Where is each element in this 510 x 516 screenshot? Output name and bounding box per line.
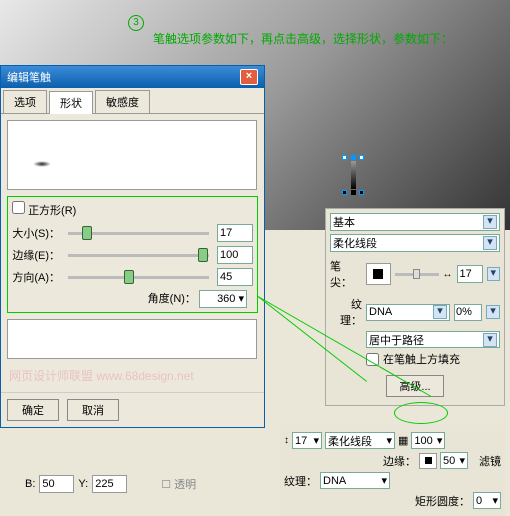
rect-round-combo[interactable]: 0▾ bbox=[473, 492, 501, 509]
angle-combo[interactable]: 360 ▾ bbox=[199, 290, 247, 308]
ok-button[interactable]: 确定 bbox=[7, 399, 59, 421]
rect-round-label: 矩形圆度： bbox=[415, 493, 470, 509]
size-label: 大小(S)： bbox=[12, 225, 60, 241]
bottom-edge-label: 边缘： bbox=[383, 453, 416, 469]
bottom-size-combo[interactable]: 17▾ bbox=[292, 432, 322, 449]
brush-preview bbox=[7, 120, 257, 190]
tab-sensitivity[interactable]: 敏感度 bbox=[95, 90, 150, 113]
stroke-type-combo[interactable]: 柔化线段▾ bbox=[330, 234, 500, 252]
chevron-down-icon: ▾ bbox=[483, 215, 497, 229]
cancel-button[interactable]: 取消 bbox=[67, 399, 119, 421]
texture-label: 纹理： bbox=[330, 296, 362, 328]
y-input[interactable] bbox=[92, 475, 127, 493]
aspect-slider[interactable] bbox=[68, 276, 209, 279]
fill-above-checkbox[interactable] bbox=[366, 353, 379, 366]
step-number-badge: 3 bbox=[128, 15, 144, 31]
edit-brush-dialog: 编辑笔触 × 选项 形状 敏感度 正方形(R) 大小(S)： 边缘(E)： 方向… bbox=[0, 65, 265, 428]
advanced-button[interactable]: 高级... bbox=[386, 375, 443, 397]
b-label: B: bbox=[25, 478, 35, 490]
opacity-icon: ▦ bbox=[398, 434, 408, 447]
bottom-stroke-panel: ↕ 17▾ 柔化线段▾ ▦ 100▾ 边缘： 50▾ 滤镜 纹理： DNA▾ 矩… bbox=[280, 425, 505, 516]
aspect-input[interactable] bbox=[217, 268, 253, 286]
edge-slider[interactable] bbox=[68, 254, 209, 257]
arrow-up-down-icon: ↕ bbox=[284, 435, 289, 446]
texture-pct-input[interactable] bbox=[454, 304, 482, 321]
arrow-left-right-icon: ↔ bbox=[443, 269, 453, 280]
y-label: Y: bbox=[78, 478, 88, 490]
size-input[interactable] bbox=[217, 224, 253, 242]
bottom-edge-combo[interactable]: 50▾ bbox=[440, 452, 468, 469]
stroke-panel: 基本▾ 柔化线段▾ 笔尖： ↔ ▾ 纹理： DNA▾ ▾ 居中于路径▾ 在笔触上… bbox=[325, 208, 505, 406]
edge-input[interactable] bbox=[217, 246, 253, 264]
tip-label: 笔尖： bbox=[330, 258, 362, 290]
b-input[interactable] bbox=[39, 475, 74, 493]
edge-preview[interactable] bbox=[419, 453, 437, 469]
stroke-category-combo[interactable]: 基本▾ bbox=[330, 213, 500, 231]
square-label: 正方形(R) bbox=[28, 205, 76, 217]
dialog-title: 编辑笔触 bbox=[7, 69, 51, 85]
transparent-option[interactable]: ☐ 透明 bbox=[161, 476, 196, 492]
tab-options[interactable]: 选项 bbox=[3, 90, 47, 113]
bottom-texture-combo[interactable]: DNA▾ bbox=[320, 472, 390, 489]
angle-label: 角度(N)： bbox=[148, 293, 196, 305]
tab-shape[interactable]: 形状 bbox=[49, 91, 93, 114]
chevron-down-icon: ▾ bbox=[483, 236, 497, 250]
close-icon[interactable]: × bbox=[240, 69, 258, 85]
filter-label: 滤镜 bbox=[479, 453, 501, 469]
texture-combo[interactable]: DNA▾ bbox=[366, 304, 450, 321]
coord-strip: B: Y: ☐ 透明 bbox=[25, 475, 196, 493]
tip-slider[interactable] bbox=[395, 273, 439, 276]
shape-params-highlight: 正方形(R) 大小(S)： 边缘(E)： 方向(A)： 角度(N)： 360 ▾ bbox=[7, 196, 258, 313]
opacity-combo[interactable]: 100▾ bbox=[411, 432, 445, 449]
square-checkbox[interactable] bbox=[12, 201, 25, 214]
center-path-combo[interactable]: 居中于路径▾ bbox=[366, 331, 500, 348]
chevron-down-icon[interactable]: ▾ bbox=[487, 267, 500, 281]
edge-label: 边缘(E)： bbox=[12, 247, 60, 263]
size-slider[interactable] bbox=[68, 232, 209, 235]
aspect-label: 方向(A)： bbox=[12, 269, 60, 285]
step-instruction: 笔触选项参数如下，再点击高级，选择形状，参数如下： bbox=[153, 30, 453, 47]
bottom-type-combo[interactable]: 柔化线段▾ bbox=[325, 432, 395, 449]
dialog-titlebar[interactable]: 编辑笔触 × bbox=[1, 66, 264, 88]
tip-size-input[interactable] bbox=[457, 265, 483, 283]
tip-preview[interactable] bbox=[366, 263, 391, 285]
brush-preview-mark bbox=[33, 161, 51, 167]
notes-textarea[interactable] bbox=[7, 319, 257, 359]
watermark-text: 网页设计师联盟 www.68design.net bbox=[9, 367, 256, 384]
dialog-tabs: 选项 形状 敏感度 bbox=[1, 88, 264, 114]
bottom-texture-label: 纹理： bbox=[284, 473, 317, 489]
canvas-brush-cursor bbox=[342, 155, 364, 195]
fill-above-label: 在笔触上方填充 bbox=[383, 351, 460, 367]
chevron-down-icon[interactable]: ▾ bbox=[486, 305, 500, 319]
